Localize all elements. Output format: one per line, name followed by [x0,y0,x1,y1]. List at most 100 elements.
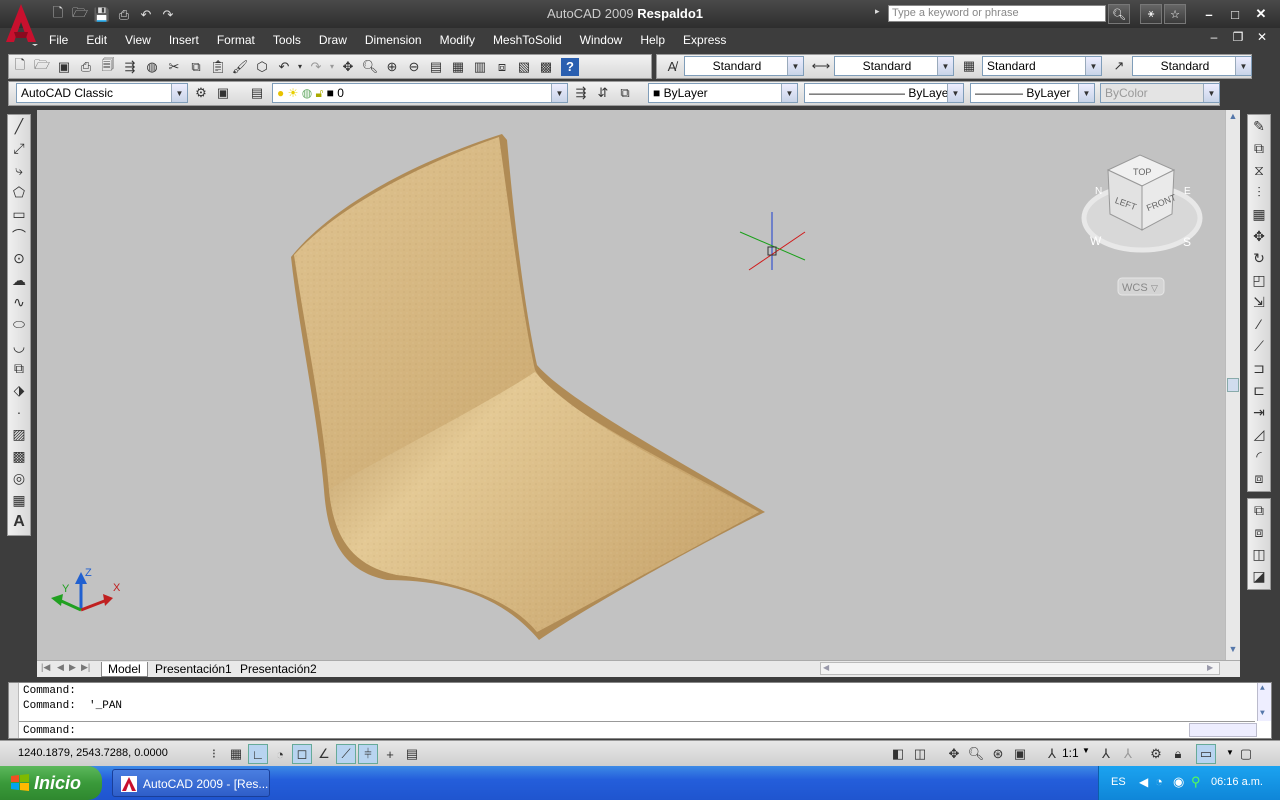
quick-properties-icon[interactable]: ▤ [402,744,422,764]
minimize-button[interactable]: – [1198,5,1220,23]
command-vertical-scrollbar[interactable]: ▲ ▼ [1257,683,1271,721]
tab-prev-icon[interactable]: ◀ [57,662,64,673]
command-prompt[interactable]: Command: [23,725,76,737]
menu-window[interactable]: Window [571,33,632,47]
language-indicator[interactable]: ES [1111,776,1126,788]
close-button[interactable]: ✕ [1250,5,1272,23]
favorites-icon[interactable]: ☆ [1164,4,1186,24]
bring-to-front-icon[interactable]: ⧉ [1248,499,1270,521]
rotate-icon[interactable]: ↻ [1248,247,1270,269]
snap-mode-icon[interactable]: ⁝ [204,744,224,764]
pan-status-icon[interactable]: ✥ [944,744,964,764]
save-icon[interactable]: ▣ [53,56,75,78]
copy-object-icon[interactable]: ⧉ [1248,137,1270,159]
region-icon[interactable]: ◎ [8,467,30,489]
workspace-dropdown[interactable]: AutoCAD Classic ▼ [16,83,188,103]
menu-dimension[interactable]: Dimension [356,33,431,47]
spline-icon[interactable]: ∿ [8,291,30,313]
zoom-status-icon[interactable]: 🔍︎ [966,744,986,764]
layer-states-icon[interactable]: ⧉ [614,82,636,104]
compass-north[interactable]: N [1095,186,1102,197]
hardware-acceleration-icon[interactable]: ▭ [1196,744,1216,764]
design-center-icon[interactable]: ▦ [447,56,469,78]
redo-icon[interactable]: ↷ [305,56,327,78]
workspace-save-icon[interactable]: ▣ [212,82,234,104]
scroll-down-icon[interactable]: ▼ [1260,709,1265,718]
extend-icon[interactable]: ⟋ [1248,335,1270,357]
pan-icon[interactable]: ✥ [337,56,359,78]
circle-icon[interactable]: ⊙ [8,247,30,269]
wcs-menu[interactable]: WCS [1122,282,1148,294]
scroll-thumb[interactable] [1227,378,1239,392]
arc-icon[interactable]: ⌒ [8,225,30,247]
annotation-scale-icon[interactable]: ⅄ [1042,744,1062,764]
chevron-down-icon[interactable]: ▽ [1151,283,1158,293]
point-icon[interactable]: · [8,401,30,423]
menu-help[interactable]: Help [631,33,674,47]
fillet-icon[interactable]: ◜ [1248,445,1270,467]
undo-icon[interactable]: ↶ [273,56,295,78]
revision-cloud-icon[interactable]: ☁ [8,269,30,291]
annotation-scale-value[interactable]: 1:1 [1062,746,1079,760]
scale-icon[interactable]: ◰ [1248,269,1270,291]
viewcube[interactable]: TOP LEFT FRONT N W S E WCS ▽ [1081,154,1203,296]
tab-presentacion2[interactable]: Presentación2 [234,662,323,677]
menu-draw[interactable]: Draw [310,33,356,47]
scroll-right-icon[interactable]: ▶ [1207,663,1213,672]
status-menu-icon[interactable]: ▼ [1226,748,1234,757]
move-icon[interactable]: ✥ [1248,225,1270,247]
zoom-window-icon[interactable]: ⊕ [381,56,403,78]
search-expand-icon[interactable]: ▸ [875,6,880,17]
bring-above-icon[interactable]: ◫ [1248,543,1270,565]
search-button[interactable]: 🔍︎ [1108,4,1130,24]
construction-line-icon[interactable]: ⤢ [8,137,30,159]
object-snap-tracking-icon[interactable]: ∠ [314,744,334,764]
erase-icon[interactable]: ✎ [1248,115,1270,137]
lineweight-toggle-icon[interactable]: + [380,744,400,764]
text-style-dropdown[interactable]: Standard ▼ [684,56,804,76]
multileader-style-dropdown[interactable]: Standard ▼ [1132,56,1252,76]
polar-tracking-icon[interactable]: ◔ [270,744,290,764]
offset-icon[interactable]: ⫶ [1248,181,1270,203]
copy-icon[interactable]: ⧉ [185,56,207,78]
table-style-dropdown[interactable]: Standard ▼ [982,56,1102,76]
markup-icon[interactable]: ▧ [513,56,535,78]
wifi-icon[interactable]: ⚲ [1191,774,1201,790]
make-object-layer-current-icon[interactable]: ⇶ [570,82,592,104]
toolbar-lock-icon[interactable]: 🔒︎ [1168,744,1188,764]
menu-file[interactable]: File [40,33,77,47]
break-icon[interactable]: ⊏ [1248,379,1270,401]
scroll-down-icon[interactable]: ▼ [1227,644,1239,658]
search-input[interactable]: Type a keyword or phrase [888,5,1106,22]
command-window[interactable]: Command: Command: '_PAN Command: ▲ ▼ [8,682,1272,739]
auto-scale-icon[interactable]: ⅄ [1118,744,1138,764]
menu-modify[interactable]: Modify [431,33,484,47]
taskbar-autocad-button[interactable]: AutoCAD 2009 - [Res... [112,769,270,797]
showmotion-icon[interactable]: ▣ [1010,744,1030,764]
menu-view[interactable]: View [116,33,160,47]
table-icon[interactable]: ▦ [8,489,30,511]
print-icon[interactable]: ⎙ [75,56,97,78]
table-style-icon[interactable]: ▦ [958,55,980,77]
polyline-icon[interactable]: ⤷ [8,159,30,181]
grid-display-icon[interactable]: ▦ [226,744,246,764]
menu-meshtosolid[interactable]: MeshToSolid [484,33,571,47]
multiline-text-icon[interactable]: A [8,511,30,533]
zoom-previous-icon[interactable]: ⊖ [403,56,425,78]
paste-icon[interactable]: 📋︎ [207,56,229,78]
layer-dropdown[interactable]: ● ☀ ◍ 🔓︎ ■ 0 ▼ [272,83,568,103]
text-style-icon[interactable]: A̸ [661,56,683,78]
command-horizontal-scrollbar[interactable] [1189,723,1257,737]
clean-screen-icon[interactable]: ▢ [1236,744,1256,764]
compass-east[interactable]: E [1184,186,1191,197]
ortho-mode-icon[interactable]: ∟ [248,744,268,764]
block-editor-icon[interactable]: ⬡ [251,56,273,78]
doc-restore-button[interactable]: ❐ [1228,30,1248,44]
explode-icon[interactable]: ⧈ [1248,467,1270,489]
compass-west[interactable]: W [1090,234,1102,248]
new-icon[interactable]: 🗋 [9,56,31,78]
cut-icon[interactable]: ✂ [163,56,185,78]
help-icon[interactable]: ? [561,57,579,76]
hatch-icon[interactable]: ▨ [8,423,30,445]
horizontal-scrollbar[interactable]: ◀ ▶ [820,662,1220,675]
